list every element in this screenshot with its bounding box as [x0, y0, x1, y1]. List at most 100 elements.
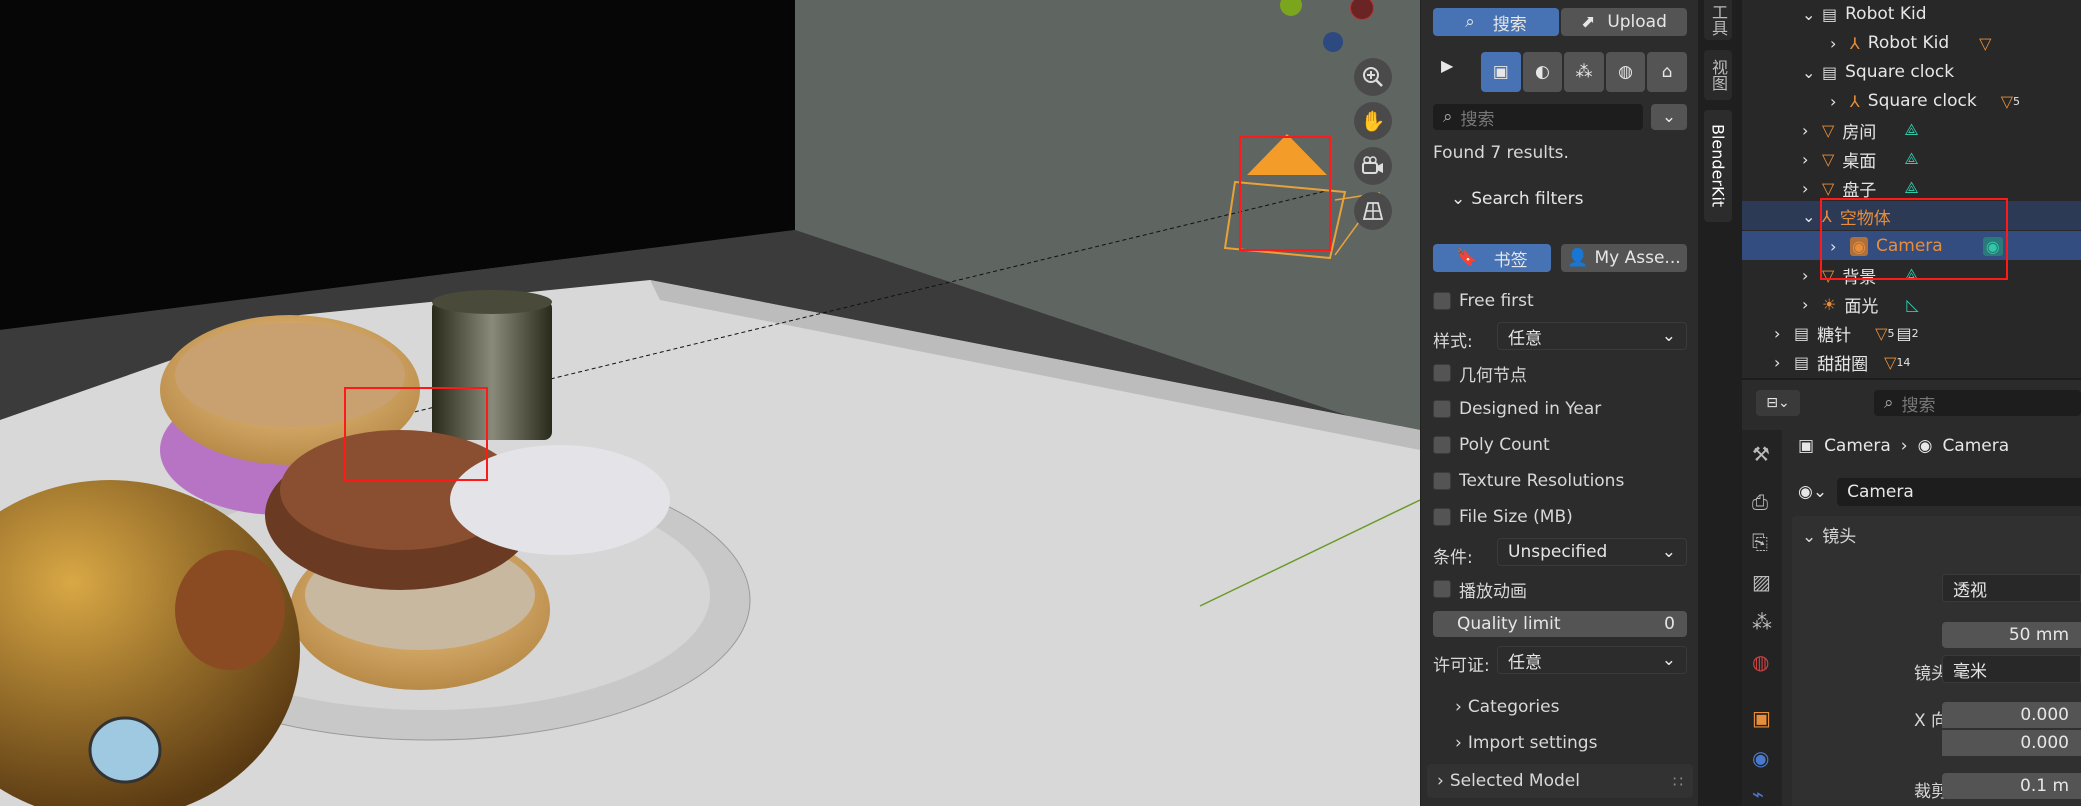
clip-start-value: 0.1 m — [2020, 776, 2069, 796]
checkbox[interactable] — [1433, 580, 1451, 598]
outliner-row[interactable]: › ▽ 房间 ⟁ — [1802, 116, 1919, 144]
poly-count-checkbox[interactable]: Poly Count — [1433, 431, 1550, 459]
upload-icon: ⬈ — [1581, 12, 1596, 32]
bookmarks-label: 书签 — [1493, 250, 1528, 271]
outliner-row[interactable]: › ▤ 糖针 ▽ 5 ▤ 2 — [1774, 319, 1919, 347]
search-options-button[interactable]: ⌄ — [1651, 104, 1687, 130]
user-icon: 👤 — [1567, 248, 1589, 268]
mesh-data-icon: ▽ — [1884, 352, 1897, 372]
import-settings-header[interactable]: › Import settings — [1455, 733, 1597, 753]
chevron-down-icon: ⌄ — [1802, 4, 1816, 24]
chevron-right-icon: › — [1774, 323, 1781, 343]
outliner-label: 房间 — [1842, 122, 1877, 143]
chevron-right-icon: › — [1802, 149, 1809, 169]
outliner-row[interactable]: › ☀ 面光 ◺ — [1802, 290, 1919, 318]
properties-editor: ⊟⌄ ⌕ 搜索 ⚒ ⎙ ⎘ ▨ ⁂ ◍ ▣ ◉ ⌁ ▣ Camera › ◉ Came… — [1742, 380, 2081, 806]
material-type-icon[interactable]: ◐ — [1522, 52, 1563, 92]
file-size-checkbox[interactable]: File Size (MB) — [1433, 503, 1573, 531]
condition-value: Unspecified — [1508, 542, 1608, 562]
child-count-badge: 5 — [2013, 94, 2021, 108]
properties-search-input[interactable]: ⌕ 搜索 — [1874, 390, 2081, 416]
scene-tab-icon[interactable]: ⁂ — [1752, 610, 1772, 634]
editor-type-button[interactable]: ⊟⌄ — [1756, 390, 1800, 416]
geometry-nodes-label: 几何节点 — [1459, 365, 1527, 386]
physics-tab-icon[interactable]: ◉ — [1752, 746, 1769, 770]
selected-model-header[interactable]: › Selected Model ∷ — [1427, 764, 1693, 798]
search-filters-header[interactable]: ⌄ Search filters — [1451, 189, 1583, 209]
checkbox[interactable] — [1433, 472, 1451, 490]
categories-header[interactable]: › Categories — [1455, 697, 1559, 717]
zoom-icon[interactable] — [1354, 58, 1392, 96]
model-type-icon[interactable]: ▣ — [1481, 52, 1521, 92]
my-assets-button[interactable]: 👤 My Asse... — [1561, 244, 1687, 272]
checkbox[interactable] — [1433, 436, 1451, 454]
brush-type-icon[interactable]: ⌂ — [1647, 52, 1687, 92]
type-dropdown[interactable]: 透视 — [1942, 574, 2081, 602]
selected-model-label: Selected Model — [1449, 771, 1580, 791]
checkbox[interactable] — [1433, 292, 1451, 310]
license-label: 许可证: — [1433, 656, 1490, 676]
mesh-data-icon: ▽ — [1979, 33, 1992, 53]
results-count: Found 7 results. — [1433, 143, 1569, 163]
camera-icon: ◉⌄ — [1798, 482, 1828, 502]
shift-y-field[interactable]: 0.000 — [1942, 730, 2081, 756]
pan-hand-icon[interactable]: ✋ — [1354, 102, 1392, 140]
checkbox[interactable] — [1433, 364, 1451, 382]
tab-view[interactable]: 视图 — [1704, 50, 1732, 100]
play-icon[interactable]: ▶ — [1441, 56, 1453, 75]
world-tab-icon[interactable]: ◍ — [1752, 650, 1769, 674]
checkbox[interactable] — [1433, 508, 1451, 526]
designed-year-checkbox[interactable]: Designed in Year — [1433, 395, 1601, 423]
upload-tab[interactable]: ⬈ Upload — [1561, 8, 1687, 36]
camera-view-icon[interactable] — [1354, 147, 1392, 185]
3d-viewport[interactable]: ✋ — [0, 0, 1420, 806]
bookmarks-button[interactable]: 🔖 书签 — [1433, 244, 1551, 272]
render-tab-icon[interactable]: ⎙ — [1752, 490, 1768, 514]
outliner-row[interactable]: ⌄ ▤ Square clock — [1802, 58, 1954, 86]
breadcrumb-data: Camera — [1942, 436, 2010, 456]
quality-limit-slider[interactable]: Quality limit 0 — [1433, 611, 1687, 637]
lens-unit-dropdown[interactable]: 毫米 — [1942, 655, 2081, 683]
lens-section-header[interactable]: ⌄ 镜头 — [1802, 522, 1856, 547]
outliner-row[interactable]: › ⅄ Square clock ▽ 5 — [1830, 87, 2020, 115]
my-assets-label: My Asse... — [1594, 248, 1681, 268]
outliner-row[interactable]: › ▤ 甜甜圈 ▽ 14 — [1774, 348, 1910, 376]
datablock-selector[interactable]: ◉⌄ Camera — [1798, 478, 2081, 506]
condition-dropdown[interactable]: Unspecified ⌄ — [1497, 538, 1687, 566]
shift-x-field[interactable]: 0.000 — [1942, 702, 2081, 728]
axis-neg-z-icon[interactable] — [1323, 32, 1343, 52]
output-tab-icon[interactable]: ⎘ — [1752, 530, 1768, 554]
outliner-row[interactable]: › ▽ 桌面 ⟁ — [1802, 145, 1919, 173]
datablock-name[interactable]: Camera — [1837, 478, 2081, 506]
license-dropdown[interactable]: 任意 ⌄ — [1497, 646, 1687, 674]
search-icon: ⌕ — [1443, 107, 1453, 127]
perspective-grid-icon[interactable] — [1354, 192, 1392, 230]
mesh-icon: ▽ — [1822, 149, 1835, 169]
empty-icon: ⅄ — [1850, 33, 1860, 53]
search-icon: ⌕ — [1465, 12, 1475, 32]
particles-type-icon[interactable]: ⁂ — [1564, 52, 1604, 92]
outliner-row[interactable]: › ⅄ Robot Kid ▽ — [1830, 29, 1991, 57]
constraint-tab-icon[interactable]: ⌁ — [1752, 782, 1764, 806]
style-dropdown[interactable]: 任意 ⌄ — [1497, 322, 1687, 350]
free-first-checkbox[interactable]: Free first — [1433, 287, 1534, 315]
tool-tab-icon[interactable]: ⚒ — [1752, 442, 1770, 466]
type-value: 透视 — [1953, 580, 1987, 601]
tab-tool[interactable]: 工具 — [1704, 0, 1732, 40]
view-layer-tab-icon[interactable]: ▨ — [1752, 570, 1771, 594]
outliner-row[interactable]: ⌄ ▤ Robot Kid — [1802, 0, 1927, 28]
animated-checkbox[interactable]: 播放动画 — [1433, 575, 1527, 603]
focal-length-field[interactable]: 50 mm — [1942, 622, 2081, 648]
chevron-right-icon: › — [1802, 178, 1809, 198]
checkbox[interactable] — [1433, 400, 1451, 418]
clip-start-field[interactable]: 0.1 m — [1942, 773, 2081, 799]
search-tab[interactable]: ⌕ 搜索 — [1433, 8, 1559, 36]
hdri-type-icon[interactable]: ◍ — [1605, 52, 1646, 92]
child-count-badge: 5 — [1887, 326, 1895, 340]
tab-blenderkit[interactable]: BlenderKit — [1704, 110, 1732, 222]
geometry-nodes-checkbox[interactable]: 几何节点 — [1433, 359, 1527, 387]
texture-res-checkbox[interactable]: Texture Resolutions — [1433, 467, 1624, 495]
object-tab-icon[interactable]: ▣ — [1752, 706, 1771, 730]
asset-search-input[interactable]: ⌕ 搜索 — [1433, 104, 1643, 130]
drag-handle-icon[interactable]: ∷ — [1673, 772, 1683, 791]
